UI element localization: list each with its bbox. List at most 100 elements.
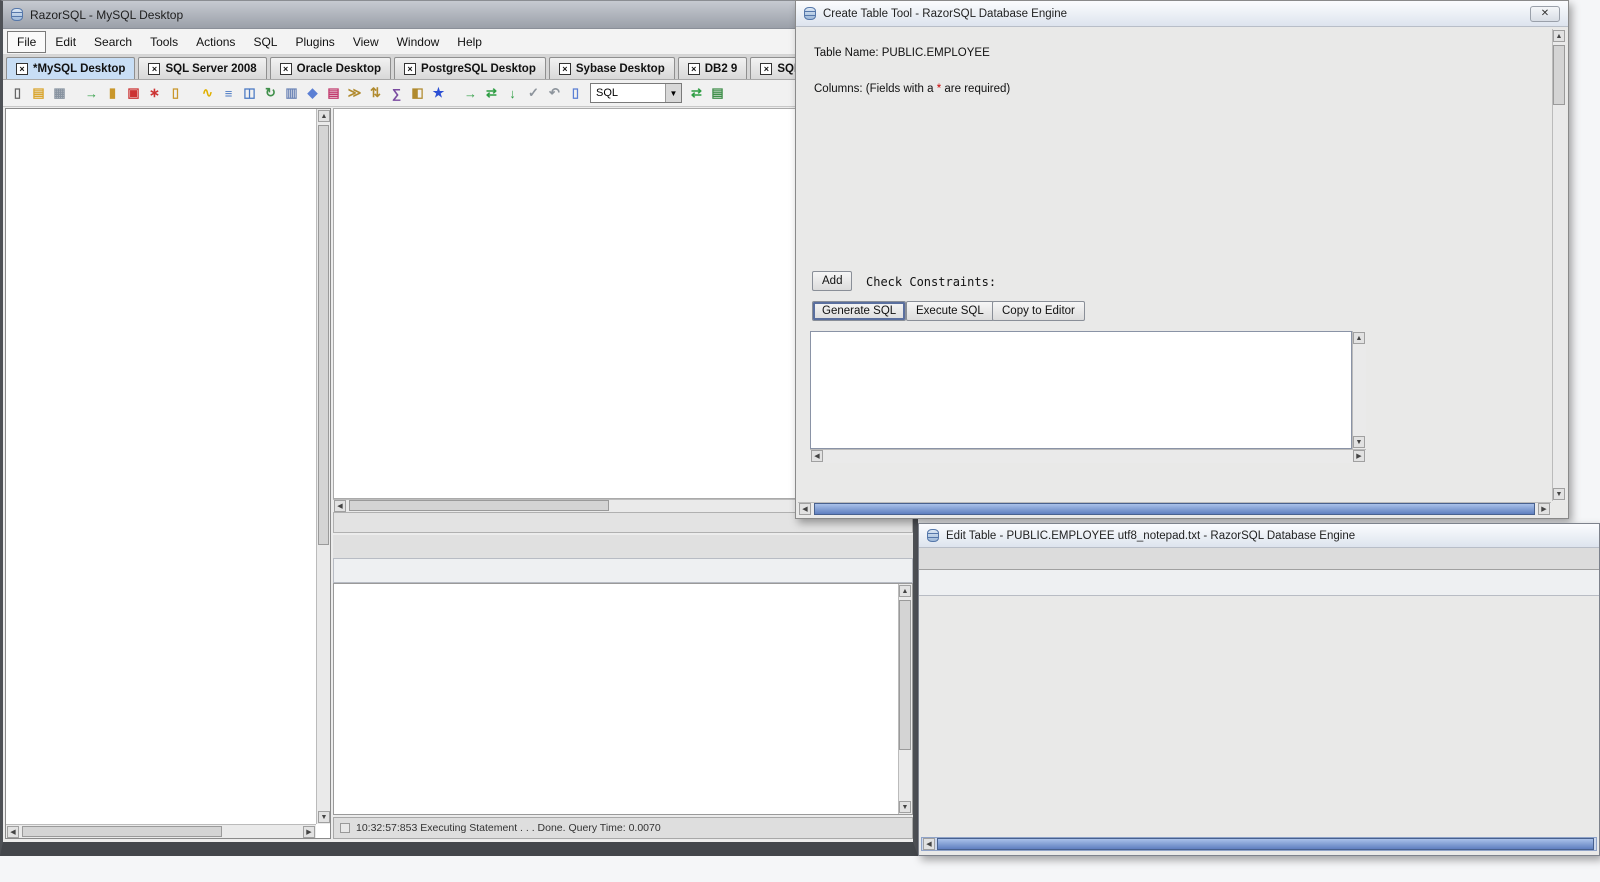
scroll-left-icon[interactable]: ◀ (799, 503, 811, 515)
sql-vertical-scrollbar[interactable]: ▲ ▼ (1352, 331, 1366, 449)
execute-icon[interactable]: → (461, 84, 480, 103)
menu-item-sql[interactable]: SQL (244, 32, 286, 52)
scroll-up-icon[interactable]: ▲ (899, 585, 911, 597)
execute-all-icon[interactable]: ⇄ (482, 84, 501, 103)
database-tree-panel: ▲ ▼ ◀ ▶ (5, 108, 331, 839)
menu-item-tools[interactable]: Tools (141, 32, 187, 52)
window-vscroll-thumb[interactable] (1553, 45, 1565, 105)
menu-item-help[interactable]: Help (448, 32, 491, 52)
scroll-left-icon[interactable]: ◀ (334, 500, 346, 512)
window-horizontal-scrollbar[interactable]: ◀ ▶ (798, 502, 1551, 516)
connection-tab-label: PostgreSQL Desktop (421, 62, 536, 75)
database-icon[interactable]: ▯ (166, 84, 185, 103)
sql-horizontal-scrollbar[interactable]: ◀ ▶ (810, 449, 1366, 463)
connection-tab--mysql-desktop[interactable]: × *MySQL Desktop (6, 57, 136, 79)
close-tab-icon[interactable]: × (687, 62, 700, 75)
sort-icon[interactable]: ⇅ (366, 84, 385, 103)
window-vertical-scrollbar[interactable]: ▲ ▼ (1552, 29, 1566, 501)
scroll-right-icon[interactable]: ▶ (1538, 503, 1550, 515)
scroll-up-icon[interactable]: ▲ (1553, 30, 1565, 42)
edit-table-icon[interactable]: ◧ (408, 84, 427, 103)
scroll-right-icon[interactable]: ▶ (1353, 450, 1365, 462)
favorites-icon[interactable]: ★ (429, 84, 448, 103)
app-icon (11, 8, 23, 21)
menu-item-view[interactable]: View (344, 32, 388, 52)
connection-tab-postgresql-desktop[interactable]: × PostgreSQL Desktop (394, 57, 546, 79)
close-icon[interactable]: ✕ (1530, 5, 1560, 22)
compare-icon[interactable]: ◆ (303, 84, 322, 103)
tree-horizontal-scrollbar[interactable]: ◀ ▶ (6, 824, 316, 838)
scroll-down-icon[interactable]: ▼ (1553, 488, 1565, 500)
new-connection-icon[interactable]: ∗ (145, 84, 164, 103)
db-browser-icon[interactable]: ▤ (324, 84, 343, 103)
close-tab-icon[interactable]: × (760, 62, 773, 75)
rollback-icon[interactable]: ↶ (545, 84, 564, 103)
chevron-down-icon[interactable]: ▼ (665, 84, 681, 102)
editor-hscroll-thumb[interactable] (349, 500, 609, 511)
connection-tab-db2-9[interactable]: × DB2 9 (677, 57, 748, 79)
edit-table-toolbar (919, 570, 1599, 596)
edit-table-horizontal-scrollbar[interactable]: ◀ (921, 837, 1597, 851)
scroll-up-icon[interactable]: ▲ (1353, 332, 1365, 344)
close-tab-icon[interactable]: × (404, 62, 417, 75)
menu-item-window[interactable]: Window (388, 32, 449, 52)
tree-hscroll-thumb[interactable] (22, 826, 222, 837)
save-file-icon[interactable]: ▦ (50, 84, 69, 103)
connection-tab-oracle-desktop[interactable]: × Oracle Desktop (269, 57, 392, 79)
execute-fetch-icon[interactable]: ↓ (503, 84, 522, 103)
scroll-down-icon[interactable]: ▼ (318, 811, 330, 823)
open-file-icon[interactable]: ▤ (29, 84, 48, 103)
main-titlebar[interactable]: RazorSQL - MySQL Desktop (3, 1, 913, 29)
menu-item-plugins[interactable]: Plugins (286, 32, 343, 52)
connection-tab-label: Oracle Desktop (296, 62, 382, 75)
menu-item-file[interactable]: File (7, 30, 47, 53)
columns-caption-text2: are required) (941, 83, 1011, 95)
generate-sql-button[interactable]: Generate SQL (812, 301, 907, 321)
create-table-titlebar[interactable]: Create Table Tool - RazorSQL Database En… (796, 1, 1568, 27)
reload-icon[interactable]: ↻ (261, 84, 280, 103)
connection-tab-sql-server-2008[interactable]: × SQL Server 2008 (138, 57, 267, 79)
menu-item-search[interactable]: Search (85, 32, 141, 52)
tree-vertical-scrollbar[interactable]: ▲ ▼ (316, 109, 330, 824)
describe-table-icon[interactable]: ≡ (219, 84, 238, 103)
disconnect-icon[interactable]: ▣ (124, 84, 143, 103)
statement-type-select[interactable]: SQL ▼ (590, 83, 682, 103)
scroll-left-icon[interactable]: ◀ (923, 838, 935, 850)
edit-table-titlebar[interactable]: Edit Table - PUBLIC.EMPLOYEE utf8_notepa… (919, 524, 1599, 548)
close-tab-icon[interactable]: × (16, 62, 28, 75)
execute-sql-button[interactable]: Execute SQL (906, 301, 994, 321)
aggregate-icon[interactable]: ∑ (387, 84, 406, 103)
results-vertical-scrollbar[interactable]: ▲ ▼ (898, 584, 912, 814)
menu-item-edit[interactable]: Edit (46, 32, 85, 52)
close-tab-icon[interactable]: × (558, 62, 571, 75)
window-hscroll-thumb[interactable] (814, 503, 1535, 515)
find-in-file-icon[interactable]: ◫ (240, 84, 259, 103)
connection-profile-icon[interactable]: ▮ (103, 84, 122, 103)
db-icon (927, 529, 939, 542)
results-grid-icon[interactable]: ▤ (708, 84, 727, 103)
new-editor-icon[interactable]: ▯ (566, 84, 585, 103)
filter-icon[interactable]: ≫ (345, 84, 364, 103)
scroll-left-icon[interactable]: ◀ (7, 826, 19, 838)
add-column-button[interactable]: Add (812, 271, 853, 291)
results-vscroll-thumb[interactable] (899, 600, 911, 750)
auto-commit-icon[interactable]: ⇄ (687, 84, 706, 103)
scroll-up-icon[interactable]: ▲ (318, 110, 330, 122)
tree-vscroll-thumb[interactable] (318, 125, 329, 545)
menu-item-actions[interactable]: Actions (187, 32, 244, 52)
copy-to-editor-button[interactable]: Copy to Editor (992, 301, 1085, 321)
scroll-right-icon[interactable]: ▶ (303, 826, 315, 838)
edit-hscroll-thumb[interactable] (937, 838, 1594, 850)
generated-sql-textarea[interactable] (810, 331, 1352, 449)
scroll-down-icon[interactable]: ▼ (899, 801, 911, 813)
close-tab-icon[interactable]: × (279, 62, 292, 75)
copy-icon[interactable]: ▥ (282, 84, 301, 103)
generate-sql-icon[interactable]: ∿ (198, 84, 217, 103)
close-tab-icon[interactable]: × (148, 62, 161, 75)
connection-tab-sybase-desktop[interactable]: × Sybase Desktop (548, 57, 675, 79)
scroll-left-icon[interactable]: ◀ (811, 450, 823, 462)
connect-icon[interactable]: → (82, 84, 101, 103)
new-file-icon[interactable]: ▯ (8, 84, 27, 103)
scroll-down-icon[interactable]: ▼ (1353, 436, 1365, 448)
commit-icon[interactable]: ✓ (524, 84, 543, 103)
